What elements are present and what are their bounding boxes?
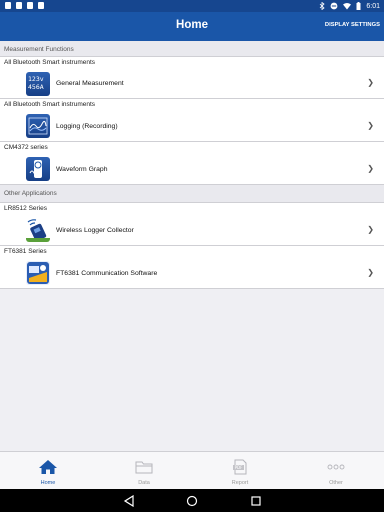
tab-label: Other: [329, 480, 343, 486]
tab-data[interactable]: Data: [96, 452, 192, 489]
clock: 6:01: [366, 2, 380, 10]
series-label: All Bluetooth Smart instruments: [4, 59, 96, 66]
notification-icon: [5, 2, 11, 9]
ft6381-app-icon: [26, 261, 50, 285]
lcd-line-1: 123v: [28, 75, 44, 83]
series-label: LR8512 Series: [4, 205, 47, 212]
list-item-general-measurement[interactable]: All Bluetooth Smart instruments 123v 456…: [0, 57, 384, 99]
battery-icon: [356, 2, 361, 10]
row-label: Wireless Logger Collector: [56, 227, 134, 234]
home-icon: [39, 460, 57, 474]
tab-other[interactable]: Other: [288, 452, 384, 489]
do-not-disturb-icon: [330, 2, 338, 10]
display-settings-button[interactable]: DISPLAY SETTINGS: [325, 22, 380, 28]
list-item-logging[interactable]: All Bluetooth Smart instruments Logging …: [0, 99, 384, 142]
lcd-line-2: 456A: [28, 83, 44, 91]
chevron-right-icon: ❯: [367, 164, 374, 173]
system-icons: 6:01: [319, 2, 380, 10]
folder-icon: [135, 461, 153, 474]
tab-home[interactable]: Home: [0, 452, 96, 489]
notification-icon: [38, 2, 44, 9]
wireless-logger-icon: [26, 218, 50, 242]
tab-report[interactable]: PDF Report: [192, 452, 288, 489]
tab-label: Home: [40, 480, 56, 486]
chevron-right-icon: ❯: [367, 225, 374, 234]
chevron-right-icon: ❯: [367, 78, 374, 87]
more-dots-icon: [327, 464, 345, 470]
notification-icon: [16, 2, 22, 9]
back-icon[interactable]: [123, 495, 135, 507]
home-circle-icon[interactable]: [186, 495, 198, 507]
chevron-right-icon: ❯: [367, 268, 374, 277]
tab-bar: Home Data PDF Report Other: [0, 451, 384, 489]
row-label: Logging (Recording): [56, 123, 118, 130]
series-label: All Bluetooth Smart instruments: [4, 101, 96, 108]
list-item-waveform-graph[interactable]: CM4372 series Waveform Graph ❯: [0, 142, 384, 185]
chevron-right-icon: ❯: [367, 121, 374, 130]
recents-icon[interactable]: [250, 495, 262, 507]
system-nav-bar: [0, 489, 384, 512]
list-item-wireless-logger-collector[interactable]: LR8512 Series Wireless Logger Collector …: [0, 203, 384, 246]
section-header-measurement-functions: Measurement Functions: [0, 41, 384, 57]
section-header-other-applications: Other Applications: [0, 185, 384, 203]
row-label: Waveform Graph: [56, 166, 108, 173]
tab-label: Report: [231, 480, 249, 486]
bluetooth-icon: [320, 2, 325, 10]
wifi-icon: [343, 3, 352, 10]
row-label: General Measurement: [56, 80, 124, 87]
logging-graph-icon: [26, 114, 50, 138]
row-label: FT6381 Communication Software: [56, 270, 158, 277]
svg-text:PDF: PDF: [235, 465, 243, 470]
notification-icons: [5, 2, 44, 9]
status-bar: 6:01: [0, 0, 384, 12]
lcd-meter-icon: 123v 456A: [26, 72, 50, 96]
notification-icon: [27, 2, 33, 9]
series-label: CM4372 series: [4, 144, 48, 151]
list-item-ft6381-communication-software[interactable]: FT6381 Series FT6381 Communication Softw…: [0, 246, 384, 289]
app-bar: Home DISPLAY SETTINGS: [0, 12, 384, 41]
waveform-clamp-icon: [26, 157, 50, 181]
tab-label: Data: [138, 480, 150, 486]
pdf-report-icon: PDF: [233, 459, 247, 475]
series-label: FT6381 Series: [4, 248, 47, 255]
